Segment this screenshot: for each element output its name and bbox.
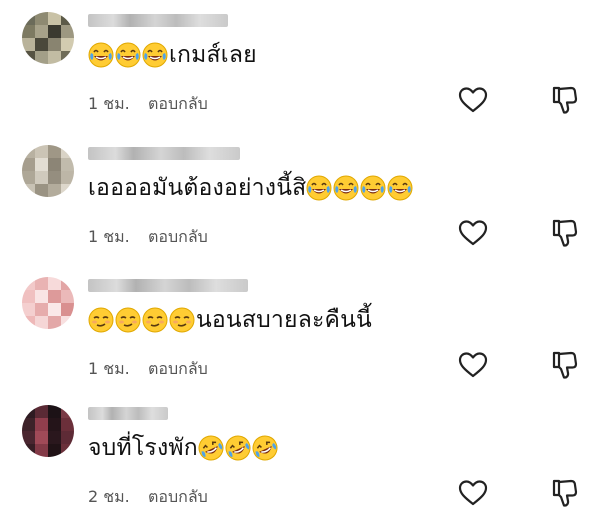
thumbs-down-icon[interactable] (551, 350, 579, 380)
comment-meta: 1 ชม. ตอบกลับ (88, 225, 208, 250)
username-blurred[interactable] (88, 147, 240, 160)
laugh-tears-emoji-icon (88, 42, 114, 68)
comment-body: เกมส์เลย (169, 42, 257, 68)
username-blurred[interactable] (88, 14, 228, 27)
heart-icon[interactable] (458, 219, 488, 247)
reply-button[interactable]: ตอบกลับ (148, 92, 208, 117)
timestamp: 2 ชม. (88, 487, 130, 506)
comment-text: นอนสบายละคืนนี้ (88, 305, 372, 335)
rofl-emoji-icon (225, 435, 251, 461)
rofl-emoji-icon (252, 435, 278, 461)
timestamp: 1 ชม. (88, 359, 130, 378)
comment-body: จบที่โรงพัก (88, 435, 198, 461)
laugh-tears-emoji-icon (142, 42, 168, 68)
laugh-tears-emoji-icon (360, 175, 386, 201)
smirk-emoji-icon (142, 307, 168, 333)
heart-icon[interactable] (458, 479, 488, 507)
avatar[interactable] (22, 12, 74, 64)
comment-meta: 2 ชม. ตอบกลับ (88, 485, 208, 510)
rofl-emoji-icon (198, 435, 224, 461)
smirk-emoji-icon (169, 307, 195, 333)
avatar[interactable] (22, 405, 74, 457)
comment-text: เออออมันต้องอย่างนี้สิ (88, 173, 414, 203)
heart-icon[interactable] (458, 86, 488, 114)
comment-item: เกมส์เลย 1 ชม. ตอบกลับ (0, 0, 600, 130)
comment-body: นอนสบายละคืนนี้ (196, 307, 372, 333)
laugh-tears-emoji-icon (115, 42, 141, 68)
reply-button[interactable]: ตอบกลับ (148, 485, 208, 510)
comment-body: เออออมันต้องอย่างนี้สิ (88, 175, 307, 201)
laugh-tears-emoji-icon (333, 175, 359, 201)
laugh-tears-emoji-icon (306, 175, 332, 201)
comment-text: เกมส์เลย (88, 40, 257, 70)
reply-button[interactable]: ตอบกลับ (148, 225, 208, 250)
smirk-emoji-icon (115, 307, 141, 333)
comment-item: จบที่โรงพัก 2 ชม. ตอบกลับ (0, 393, 600, 523)
comment-item: เออออมันต้องอย่างนี้สิ 1 ชม. ตอบกลับ (0, 133, 600, 263)
thumbs-down-icon[interactable] (551, 478, 579, 508)
smirk-emoji-icon (88, 307, 114, 333)
thumbs-down-icon[interactable] (551, 85, 579, 115)
avatar[interactable] (22, 277, 74, 329)
avatar[interactable] (22, 145, 74, 197)
thumbs-down-icon[interactable] (551, 218, 579, 248)
comment-meta: 1 ชม. ตอบกลับ (88, 357, 208, 382)
timestamp: 1 ชม. (88, 227, 130, 246)
comment-text: จบที่โรงพัก (88, 433, 279, 463)
comment-item: นอนสบายละคืนนี้ 1 ชม. ตอบกลับ (0, 265, 600, 395)
username-blurred[interactable] (88, 407, 168, 420)
timestamp: 1 ชม. (88, 94, 130, 113)
username-blurred[interactable] (88, 279, 248, 292)
reply-button[interactable]: ตอบกลับ (148, 357, 208, 382)
laugh-tears-emoji-icon (387, 175, 413, 201)
heart-icon[interactable] (458, 351, 488, 379)
comment-meta: 1 ชม. ตอบกลับ (88, 92, 208, 117)
